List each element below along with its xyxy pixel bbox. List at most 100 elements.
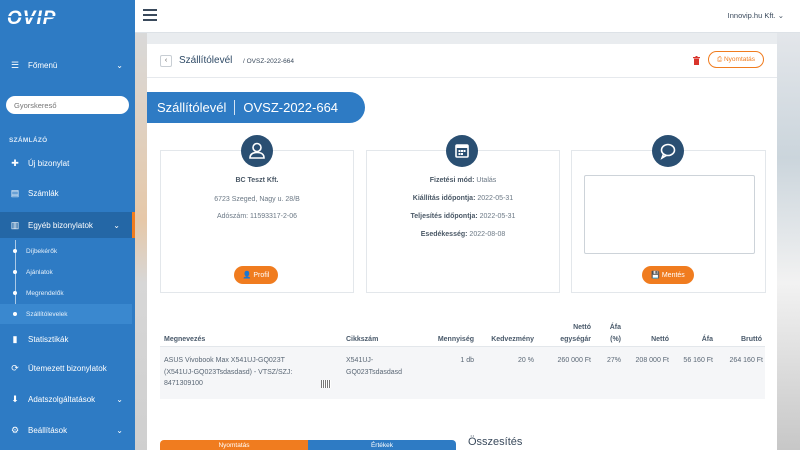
chevron-down-icon: ⌄: [116, 425, 123, 435]
printer-icon: ⎙: [716, 55, 724, 63]
breadcrumb-title: Szállítólevél: [179, 55, 233, 66]
th-net-unit-1: Nettó: [573, 324, 591, 331]
gear-icon: ⚙: [10, 424, 20, 435]
user-small-icon: 👤: [242, 272, 254, 279]
chevron-down-icon: ⌄: [116, 394, 123, 404]
sidebar-item-label: Egyéb bizonylatok: [28, 220, 93, 230]
chevron-down-icon: ⌄: [116, 60, 123, 70]
due-date-label: Esedékesség:: [420, 231, 468, 238]
issue-date-value: 2022-05-31: [477, 195, 514, 202]
sidebar-subitem-label: Megrendelők: [26, 289, 64, 297]
hamburger-menu-icon[interactable]: [143, 9, 157, 21]
values-tab[interactable]: Értékek: [308, 440, 456, 450]
delivery-note-card: ‹ Szállítólevél / OVSZ-2022-664 ⎙ Nyomta…: [147, 44, 777, 450]
ovip-logo[interactable]: OVIP: [6, 6, 66, 28]
bullet-icon: [13, 270, 17, 274]
sidebar-subitem-proforma[interactable]: Díjbekérők: [0, 241, 132, 261]
trash-icon[interactable]: [693, 56, 700, 65]
th-gross: Bruttó: [741, 336, 762, 343]
dates-box: Fizetési mód: Utalás Kiállítás időpontja…: [366, 135, 560, 293]
cell-gross: 264 160 Ft: [729, 357, 763, 364]
th-vat-pct-1: Áfa: [609, 324, 621, 331]
tax-number: 11593317-2-06: [250, 213, 298, 220]
fulfilment-date-value: 2022-05-31: [479, 213, 516, 220]
cell-vat: 56 160 Ft: [683, 357, 713, 364]
chevron-down-icon: ⌄: [777, 11, 784, 20]
th-name: Megnevezés: [164, 336, 206, 343]
document-type: Szállítólevél: [157, 100, 227, 115]
print-button-label: Nyomtatás: [723, 56, 756, 63]
th-net: Nettó: [651, 336, 669, 343]
cell-name-line: 8471309100: [164, 380, 203, 387]
breadcrumb-sub: / OVSZ-2022-664: [243, 58, 294, 65]
title-separator: [234, 100, 236, 115]
print-tab[interactable]: Nyomtatás: [160, 440, 308, 450]
cell-code-line: X541UJ-: [346, 357, 374, 364]
download-icon: ⬇: [11, 393, 19, 404]
sidebar-main-menu[interactable]: ☰ Főmenü ⌄: [0, 53, 135, 77]
profile-button-label: Profil: [253, 271, 270, 279]
th-vat: Áfa: [701, 336, 713, 343]
cell-name-line: (X541UJ-GQ023Tsdasdasd) - VTSZ/SZJ:: [164, 368, 293, 376]
section-label: SZÁMLÁZÓ: [9, 137, 48, 144]
save-button-label: Mentés: [661, 271, 685, 279]
bullet-icon: [13, 291, 17, 295]
sidebar-subitem-orders[interactable]: Megrendelők: [0, 283, 132, 303]
cell-code-line: GQ023Tsdasdasd: [346, 368, 403, 376]
sidebar-subitem-quotes[interactable]: Ajánlatok: [0, 262, 132, 282]
partner-name: BC Teszt Kft.: [235, 177, 279, 184]
payment-label: Fizetési mód:: [429, 177, 475, 184]
partner-address: 6723 Szeged, Nagy u. 28/B: [214, 196, 300, 203]
sidebar-item-new-document[interactable]: ✚ Új bizonylat: [0, 151, 135, 175]
tax-label: Adószám:: [216, 213, 249, 220]
issue-date-label: Kiállítás időpontja:: [412, 195, 476, 202]
th-net-unit-2: egységár: [560, 336, 591, 343]
sidebar-item-label: Számlák: [28, 188, 59, 198]
comment-box: 💾 Mentés: [571, 135, 766, 293]
print-button[interactable]: ⎙ Nyomtatás: [708, 51, 764, 68]
chevron-down-icon: ⌄: [113, 220, 120, 230]
search-input[interactable]: [6, 96, 129, 114]
document-icon: ▤: [10, 187, 20, 198]
fulfilment-date-label: Teljesítés időpontja:: [410, 213, 478, 220]
sidebar-item-data-services[interactable]: ⬇ Adatszolgáltatások ⌄: [0, 387, 135, 411]
menu-icon: ☰: [10, 59, 20, 70]
print-tab-label: Nyomtatás: [218, 442, 250, 449]
calendar-icon: [446, 135, 478, 167]
company-name: Innovip.hu Kft.: [727, 11, 776, 20]
sidebar-subitem-label: Ajánlatok: [26, 268, 53, 276]
cell-net-unit: 260 000 Ft: [557, 357, 591, 364]
sidebar-item-settings[interactable]: ⚙ Beállítások ⌄: [0, 418, 135, 442]
sidebar-item-invoices[interactable]: ▤ Számlák: [0, 181, 135, 205]
sidebar-item-label: Beállítások: [28, 425, 68, 435]
document-number: OVSZ-2022-664: [243, 100, 339, 115]
comment-textarea[interactable]: [584, 175, 755, 254]
sidebar: OVIP ☰ Főmenü ⌄ SZÁMLÁZÓ ✚ Új bizonylat …: [0, 0, 135, 450]
sidebar-subitem-delivery-notes[interactable]: Szállítólevelek: [0, 304, 132, 324]
document-title-pill: Szállítólevél OVSZ-2022-664: [147, 92, 365, 123]
topbar: Innovip.hu Kft. ⌄: [135, 0, 800, 33]
payment-value: Utalás: [476, 177, 497, 184]
profile-button[interactable]: 👤 Profil: [234, 266, 278, 284]
summary-title: Összesítés: [468, 436, 523, 448]
header-divider: [147, 77, 777, 78]
barcode-icon: [321, 380, 331, 388]
background-photo-left: [135, 33, 147, 450]
sidebar-item-scheduled[interactable]: ⟳ Ütemezett bizonylatok: [0, 356, 135, 380]
sidebar-main-menu-label: Főmenü: [28, 60, 58, 70]
user-icon: [241, 135, 273, 167]
save-button[interactable]: 💾 Mentés: [642, 266, 694, 284]
th-code: Cikkszám: [346, 336, 379, 343]
bullet-icon: [13, 312, 17, 316]
sidebar-item-statistics[interactable]: ▮ Statisztikák: [0, 327, 135, 351]
cell-name: ASUS Vivobook Max X541UJ-GQ023T (X541UJ-…: [164, 355, 292, 390]
cell-vat-pct: 27%: [606, 357, 621, 364]
company-selector[interactable]: Innovip.hu Kft. ⌄: [728, 11, 784, 20]
back-button[interactable]: ‹: [160, 55, 172, 67]
cell-net: 208 000 Ft: [635, 357, 669, 364]
save-icon: 💾: [651, 272, 662, 279]
sidebar-item-label: Adatszolgáltatások: [28, 394, 96, 404]
cell-quantity: 1 db: [460, 357, 474, 364]
sidebar-item-other-documents[interactable]: ▥ Egyéb bizonylatok ⌄: [0, 212, 135, 238]
bar-chart-icon: ▮: [12, 333, 18, 344]
